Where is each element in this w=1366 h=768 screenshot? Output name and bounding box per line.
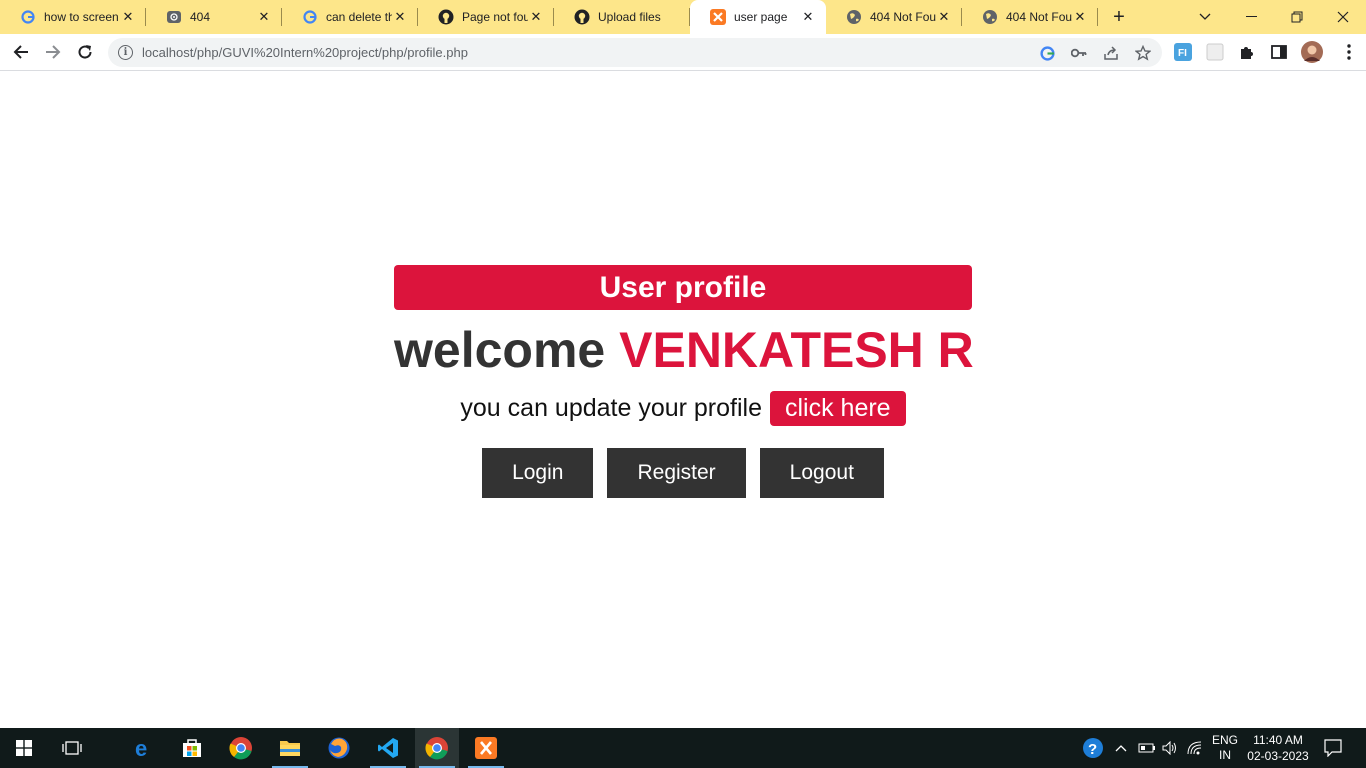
tab-title: user page [734,10,788,24]
task-view-icon[interactable] [50,728,94,768]
auth-buttons: Login Register Logout [394,448,972,498]
logout-button[interactable]: Logout [759,448,884,498]
volume-icon[interactable] [1162,728,1178,768]
svg-text:FI: FI [1178,48,1187,59]
side-panel-icon[interactable] [1264,37,1294,67]
close-window-button[interactable] [1320,0,1366,34]
tab-title: how to screen [44,10,119,24]
profile-card: User profile welcome VENKATESH R you can… [394,265,974,498]
tab-0[interactable]: how to screen ✕ [0,0,146,34]
bookmark-star-icon[interactable] [1132,42,1154,64]
extension-blank-icon[interactable] [1200,37,1230,67]
close-tab-icon[interactable]: ✕ [1072,9,1088,25]
svg-text:e: e [135,737,147,759]
windows-start-icon[interactable] [2,728,46,768]
clock-date: 02-03-2023 [1247,749,1309,763]
github-icon [574,9,590,25]
tab-title: Page not foun [462,10,528,24]
address-bar[interactable]: i localhost/php/GUVI%20Intern%20project/… [108,38,1162,67]
close-tab-icon[interactable]: ✕ [800,9,816,25]
welcome-prefix: welcome [394,322,606,378]
language-bottom: IN [1219,748,1231,762]
edge-icon[interactable]: e [122,728,166,768]
tab-1[interactable]: 404 ✕ [146,0,282,34]
google-icon [302,9,318,25]
tab-title: 404 Not Foun [1006,10,1072,24]
update-line: you can update your profile click here [394,390,972,426]
chrome-icon[interactable] [219,728,263,768]
tab-7[interactable]: 404 Not Foun ✕ [962,0,1098,34]
profile-heading: User profile [394,265,972,310]
forward-button[interactable] [38,37,68,67]
globe-icon [846,9,862,25]
tab-title: Upload files [598,10,661,24]
url-text: localhost/php/GUVI%20Intern%20project/ph… [142,45,468,60]
close-tab-icon[interactable]: ✕ [936,9,952,25]
site-info-icon[interactable]: i [118,45,133,60]
back-button[interactable] [6,37,36,67]
update-profile-link[interactable]: click here [770,390,906,426]
language-top: ENG [1212,733,1239,747]
chevron-up-icon[interactable] [1115,728,1127,768]
close-tab-icon[interactable]: ✕ [528,9,544,25]
update-text: you can update your profile [460,394,762,422]
page-content: User profile welcome VENKATESH R you can… [0,71,1366,728]
browser-menu-icon[interactable] [1334,37,1364,67]
tab-4[interactable]: Upload files [554,0,690,34]
globe-icon [982,9,998,25]
close-tab-icon[interactable]: ✕ [392,9,408,25]
reload-button[interactable] [70,37,100,67]
tab-strip: how to screen ✕ 404 ✕ can delete the ✕ P… [0,0,1366,34]
restore-button[interactable] [1274,0,1320,34]
xampp-taskbar-icon[interactable] [464,728,508,768]
register-button[interactable]: Register [607,448,746,498]
extension-fi-icon[interactable]: FI [1168,37,1198,67]
share-icon[interactable] [1100,42,1122,64]
wifi-icon[interactable] [1187,728,1203,768]
close-tab-icon[interactable] [664,9,680,25]
file-explorer-icon[interactable] [268,728,312,768]
vscode-icon[interactable] [366,728,410,768]
svg-text:?: ? [1088,741,1097,758]
minimize-button[interactable] [1228,0,1274,34]
user-name: VENKATESH R [619,322,974,378]
clock-time: 11:40 AM [1253,733,1303,747]
clock[interactable]: 11:40 AM 02-03-2023 [1246,728,1310,768]
tab-title: can delete the [326,10,392,24]
google-icon [20,9,36,25]
tab-title: 404 Not Foun [870,10,936,24]
close-tab-icon[interactable]: ✕ [120,9,136,25]
windows-taskbar: e ? ENG IN 11:40 AM 02-03-2023 [0,728,1366,768]
radio-icon [166,9,182,25]
google-lens-icon[interactable] [1036,42,1058,64]
tab-6[interactable]: 404 Not Foun ✕ [826,0,962,34]
tab-title: 404 [190,10,211,24]
notification-center-icon[interactable] [1324,728,1342,768]
github-icon [438,9,454,25]
battery-icon[interactable] [1138,728,1156,768]
profile-avatar[interactable] [1297,37,1327,67]
browser-toolbar: i localhost/php/GUVI%20Intern%20project/… [0,34,1366,71]
new-tab-button[interactable]: + [1106,4,1132,30]
tab-2[interactable]: can delete the ✕ [282,0,418,34]
extensions-puzzle-icon[interactable] [1232,37,1262,67]
firefox-icon[interactable] [317,728,361,768]
store-icon[interactable] [170,728,214,768]
welcome-line: welcome VENKATESH R [394,318,974,382]
login-button[interactable]: Login [482,448,594,498]
language-indicator[interactable]: ENG IN [1212,728,1238,768]
xampp-icon [710,9,726,25]
key-icon[interactable] [1068,42,1090,64]
help-icon[interactable]: ? [1082,728,1104,768]
tab-5-active[interactable]: user page ✕ [690,0,826,34]
close-tab-icon[interactable]: ✕ [256,9,272,25]
tab-3[interactable]: Page not foun ✕ [418,0,554,34]
tab-search-icon[interactable] [1182,0,1228,34]
chrome-active-icon[interactable] [415,728,459,768]
